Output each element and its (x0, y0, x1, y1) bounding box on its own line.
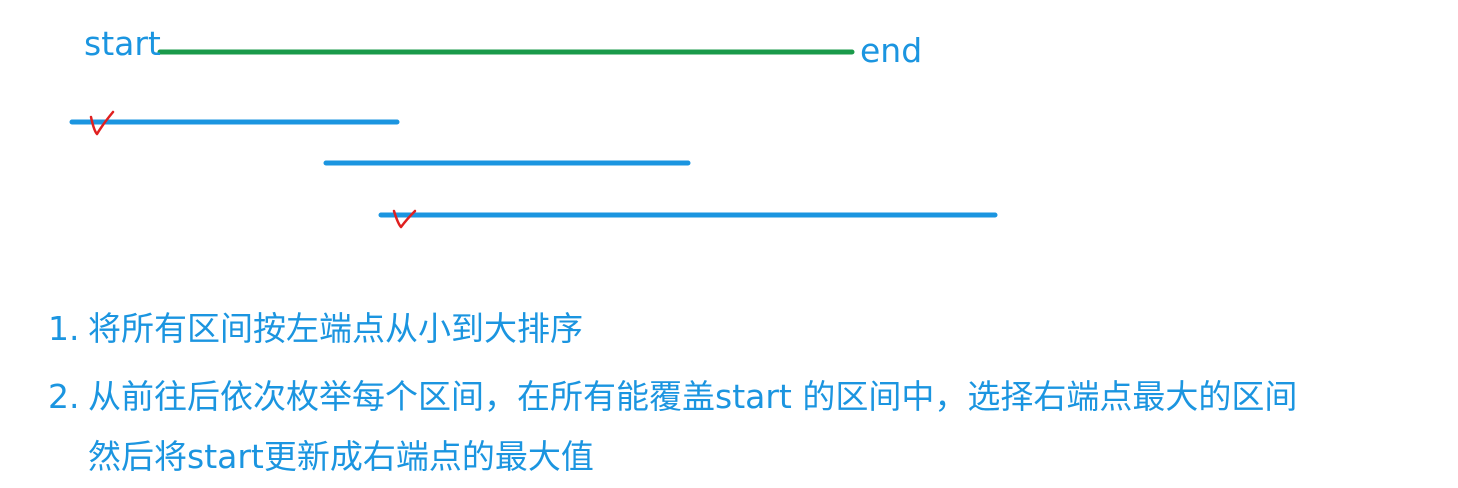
step-number: 1. (48, 309, 80, 348)
step-continuation: 然后将start更新成右端点的最大值 (88, 437, 594, 476)
step-item: 1. 将所有区间按左端点从小到大排序 (48, 312, 583, 345)
step-item: 2. 从前往后依次枚举每个区间，在所有能覆盖start 的区间中，选择右端点最大的… (48, 380, 1297, 413)
step-text: 从前往后依次枚举每个区间，在所有能覆盖start 的区间中，选择右端点最大的区间 (88, 377, 1298, 416)
step-text: 将所有区间按左端点从小到大排序 (88, 309, 583, 348)
end-label: end (860, 31, 923, 70)
start-label: start (84, 24, 161, 63)
step-number: 2. (48, 377, 80, 416)
